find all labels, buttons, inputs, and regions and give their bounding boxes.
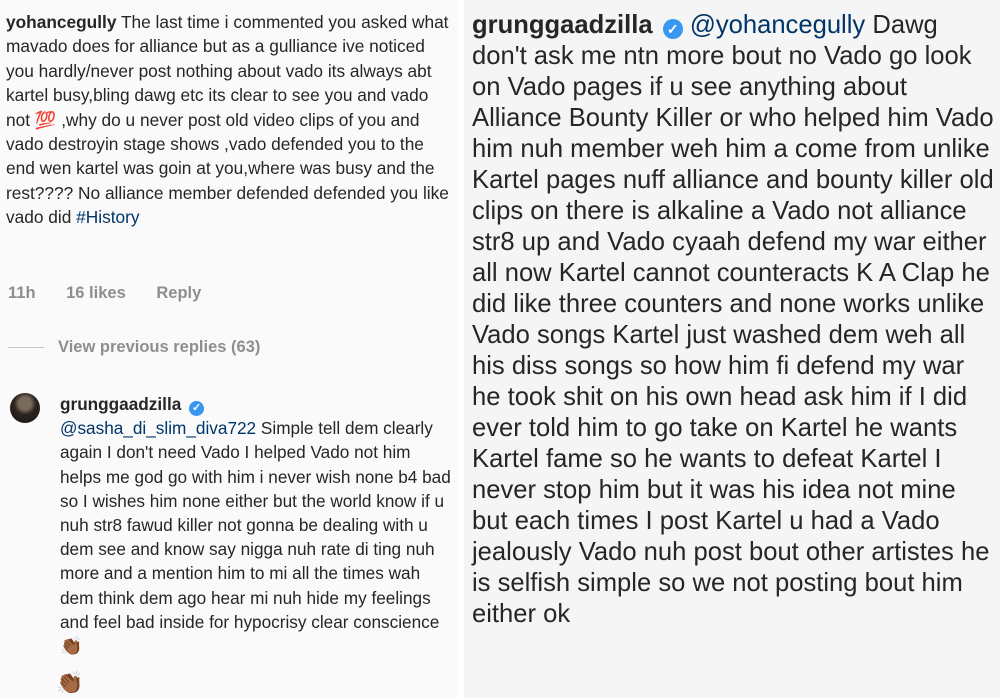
comment-text: Dawg don't ask me ntn more bout no Vado … [472, 11, 994, 628]
comment-grunggaadzilla-reply: grunggaadzilla ✓ @sasha_di_slim_diva722 … [60, 392, 456, 658]
comment-likes[interactable]: 16 likes [66, 284, 126, 303]
avatar[interactable] [10, 393, 40, 423]
right-screenshot-panel: grunggaadzilla ✓ @yohancegully Dawg don'… [464, 0, 1000, 698]
hashtag-link[interactable]: #History [76, 207, 139, 227]
comment-grunggaadzilla-main: grunggaadzilla ✓ @yohancegully Dawg don'… [472, 10, 996, 630]
verified-badge-icon: ✓ [662, 19, 683, 39]
comment-username[interactable]: yohancegully [6, 12, 116, 32]
mention-link[interactable]: @yohancegully [690, 11, 865, 39]
reply-button[interactable]: Reply [156, 284, 201, 303]
comment-username[interactable]: grunggaadzilla [472, 11, 653, 39]
comment-username[interactable]: grunggaadzilla [60, 394, 181, 414]
comment-text: Simple tell dem clearly again I don't ne… [60, 418, 451, 632]
comment-yohancegully: yohancegully The last time i commented y… [6, 10, 454, 230]
view-previous-replies[interactable]: View previous replies (63) [8, 338, 260, 357]
left-screenshot-panel: yohancegully The last time i commented y… [0, 0, 458, 698]
verified-badge-icon: ✓ [189, 401, 205, 416]
clapping-hands-emoji-icon: 👏🏾 [60, 636, 83, 657]
mention-link[interactable]: @sasha_di_slim_diva722 [60, 418, 256, 438]
comment-time: 11h [8, 284, 36, 302]
comment-text-part2: ,why do u never post old video clips of … [6, 109, 449, 228]
comment-meta: 11h 16 likes Reply [8, 284, 227, 303]
hundred-points-emoji-icon: 💯 [34, 109, 57, 130]
view-previous-replies-label[interactable]: View previous replies (63) [58, 338, 260, 357]
replies-divider-line [8, 347, 44, 348]
clapping-hands-emoji-icon: 👏🏾 [56, 670, 84, 695]
